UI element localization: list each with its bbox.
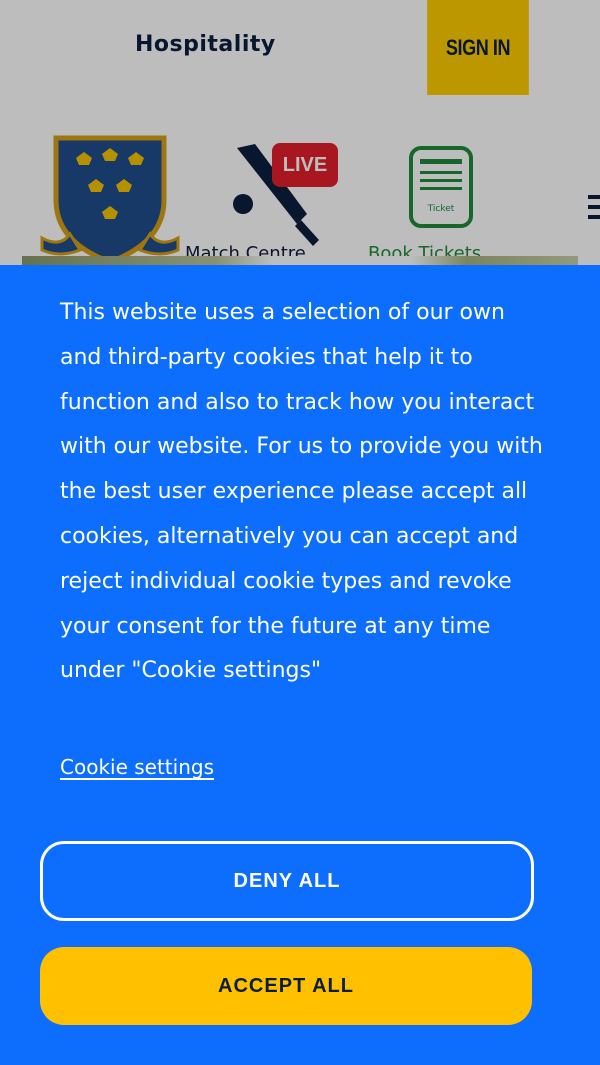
cookie-settings-link[interactable]: Cookie settings [60, 755, 214, 779]
accept-all-button[interactable]: ACCEPT ALL [40, 947, 532, 1025]
cookie-consent-banner: This website uses a selection of our own… [0, 265, 600, 1065]
modal-backdrop [0, 0, 600, 265]
cookie-message: This website uses a selection of our own… [60, 300, 543, 684]
page: Hospitality SIGN IN LIVE Match Centre Ti… [0, 0, 600, 1065]
deny-all-button[interactable]: DENY ALL [40, 841, 534, 921]
